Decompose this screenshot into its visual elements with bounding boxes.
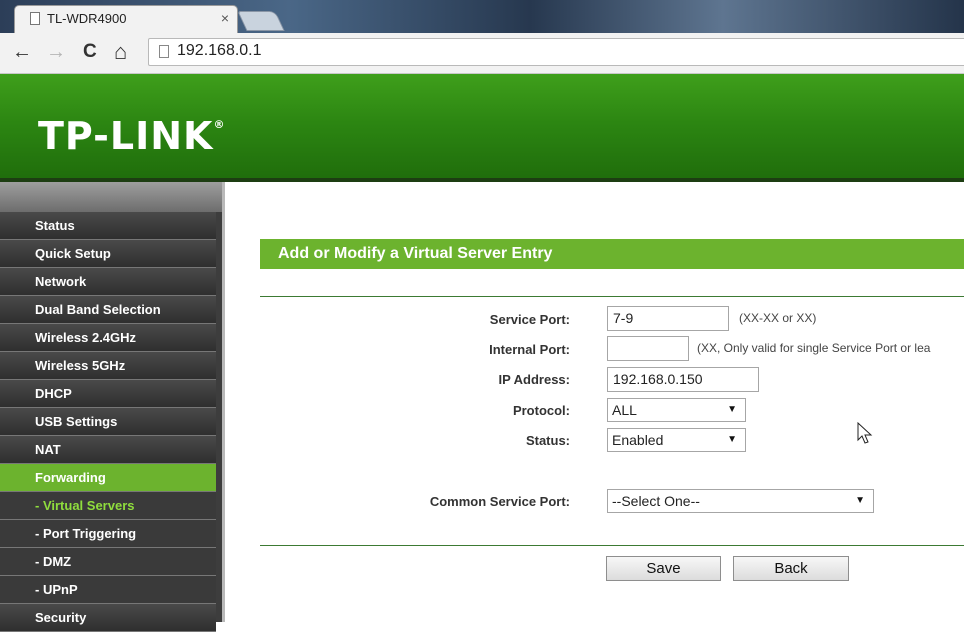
protocol-label: Protocol: (512, 403, 570, 418)
close-icon[interactable]: × (221, 10, 229, 26)
save-button[interactable]: Save (606, 556, 721, 581)
sidebar-item-dhcp[interactable]: DHCP (0, 380, 216, 408)
common-service-port-select[interactable]: --Select One-- ▼ (607, 489, 874, 513)
browser-toolbar: ← → C ⌂ 192.168.0.1 (0, 33, 964, 74)
browser-tab[interactable]: TL-WDR4900 × (14, 5, 238, 33)
service-port-input[interactable]: 7-9 (607, 306, 729, 331)
internal-port-input[interactable] (607, 336, 689, 361)
sidebar-item-network[interactable]: Network (0, 268, 216, 296)
browser-tabstrip: TL-WDR4900 × (0, 0, 964, 33)
back-button[interactable]: Back (733, 556, 849, 581)
common-service-port-value: --Select One-- (612, 493, 700, 509)
dropdown-arrow-icon: ▼ (727, 434, 737, 445)
main-content: Add or Modify a Virtual Server Entry Ser… (225, 182, 964, 622)
page-icon (30, 12, 40, 25)
sidebar-item-virtual-servers[interactable]: - Virtual Servers (0, 492, 216, 520)
back-arrow-icon[interactable]: ← (12, 40, 32, 64)
status-select[interactable]: Enabled ▼ (607, 428, 746, 452)
reload-icon[interactable]: C (83, 40, 97, 64)
address-url: 192.168.0.1 (177, 42, 262, 59)
service-port-hint: (XX-XX or XX) (739, 311, 817, 325)
address-bar[interactable]: 192.168.0.1 (148, 38, 964, 66)
sidebar-item-dual-band-selection[interactable]: Dual Band Selection (0, 296, 216, 324)
sidebar-item-wireless-24ghz[interactable]: Wireless 2.4GHz (0, 324, 216, 352)
internal-port-label: Internal Port: (489, 342, 570, 357)
sidebar-item-wireless-5ghz[interactable]: Wireless 5GHz (0, 352, 216, 380)
dropdown-arrow-icon: ▼ (727, 404, 737, 415)
protocol-select[interactable]: ALL ▼ (607, 398, 746, 422)
sidebar-item-upnp[interactable]: - UPnP (0, 576, 216, 604)
sidebar-item-port-triggering[interactable]: - Port Triggering (0, 520, 216, 548)
mouse-cursor-icon (857, 422, 873, 444)
sidebar-header (0, 182, 222, 212)
sidebar-item-usb-settings[interactable]: USB Settings (0, 408, 216, 436)
ip-address-label: IP Address: (498, 372, 570, 387)
page-icon (159, 45, 169, 58)
divider (260, 545, 964, 546)
divider (260, 296, 964, 297)
page-title: Add or Modify a Virtual Server Entry (260, 239, 964, 269)
protocol-value: ALL (612, 402, 637, 418)
sidebar-item-nat[interactable]: NAT (0, 436, 216, 464)
internal-port-hint: (XX, Only valid for single Service Port … (697, 341, 931, 355)
dropdown-arrow-icon: ▼ (855, 495, 865, 506)
sidebar-item-security[interactable]: Security (0, 604, 216, 632)
service-port-label: Service Port: (489, 312, 570, 327)
sidebar: Status Quick Setup Network Dual Band Sel… (0, 212, 222, 632)
sidebar-item-forwarding[interactable]: Forwarding (0, 464, 216, 492)
status-value: Enabled (612, 432, 664, 448)
tab-title: TL-WDR4900 (47, 11, 127, 26)
router-header: TP-LINK® (0, 74, 964, 182)
sidebar-item-status[interactable]: Status (0, 212, 216, 240)
tp-link-logo: TP-LINK® (38, 114, 226, 158)
common-service-port-label: Common Service Port: (429, 494, 570, 509)
sidebar-item-quick-setup[interactable]: Quick Setup (0, 240, 216, 268)
home-icon[interactable]: ⌂ (114, 40, 127, 64)
new-tab-button[interactable] (237, 11, 285, 31)
ip-address-input[interactable]: 192.168.0.150 (607, 367, 759, 392)
status-label: Status: (525, 433, 570, 448)
sidebar-item-dmz[interactable]: - DMZ (0, 548, 216, 576)
forward-arrow-icon[interactable]: → (46, 40, 66, 64)
